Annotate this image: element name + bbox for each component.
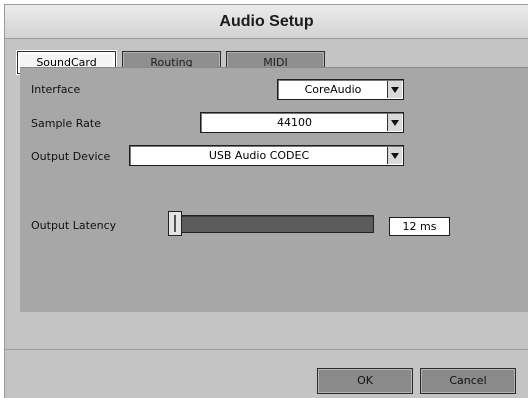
chevron-down-icon [391,87,399,93]
soundcard-panel [20,67,528,312]
ok-button[interactable]: OK [317,368,413,394]
interface-label: Interface [31,83,81,96]
interface-select[interactable]: CoreAudio [277,79,404,100]
output-latency-value: 12 ms [389,217,450,236]
sample-rate-dropdown-button[interactable] [387,114,402,131]
output-device-dropdown-button[interactable] [387,147,402,164]
output-latency-label: Output Latency [31,219,117,232]
chevron-down-icon [391,120,399,126]
footer-divider [5,349,528,350]
output-device-select[interactable]: USB Audio CODEC [129,145,404,166]
output-device-label: Output Device [31,150,111,163]
interface-dropdown-button[interactable] [387,81,402,98]
cancel-button[interactable]: Cancel [420,368,516,394]
sample-rate-label: Sample Rate [31,117,101,130]
window-title: Audio Setup [5,5,528,39]
audio-setup-window: Audio Setup SoundCard Routing MIDI Inter… [4,4,528,398]
output-latency-slider-track[interactable] [168,215,374,233]
sample-rate-select[interactable]: 44100 [200,112,404,133]
sample-rate-value: 44100 [277,116,312,129]
output-device-value: USB Audio CODEC [208,149,310,162]
output-latency-slider-handle[interactable] [168,211,182,236]
interface-value: CoreAudio [304,83,362,96]
chevron-down-icon [391,153,399,159]
